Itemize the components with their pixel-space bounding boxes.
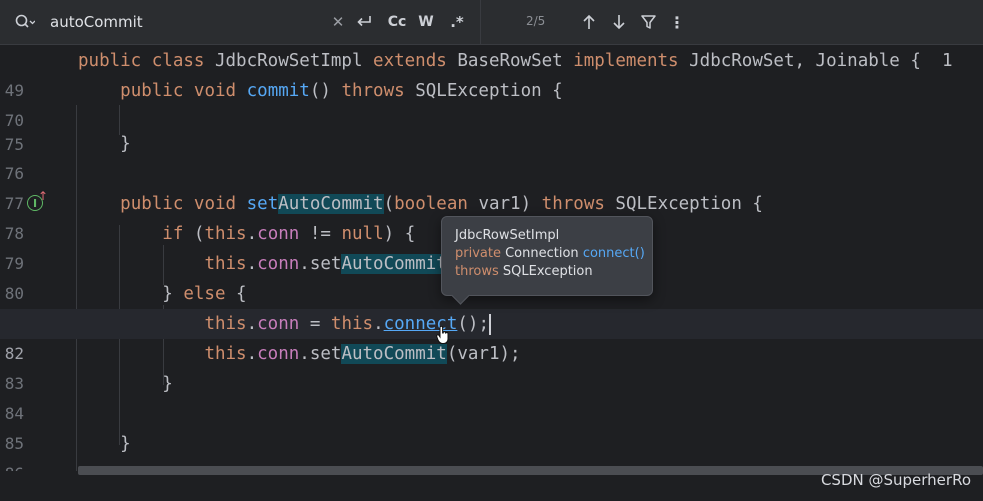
previous-occurrence-icon[interactable] xyxy=(580,10,598,34)
code-line: 83 this.conn.setAutoCommit(var1); xyxy=(0,339,983,393)
code-line: 76 } xyxy=(0,129,983,183)
words-button[interactable]: W xyxy=(416,10,436,34)
line-code: public void setAutoCommit(boolean var1) … xyxy=(120,194,763,214)
match-count: 2/5 xyxy=(526,14,546,28)
new-line-icon[interactable] xyxy=(354,10,374,34)
line-code: } xyxy=(78,374,173,394)
line-code: this.conn = this.connect(); xyxy=(204,313,491,335)
hand-cursor-icon xyxy=(436,325,450,348)
line-code: if (this.conn != null) { xyxy=(162,224,416,244)
up-arrow-icon: ↑ xyxy=(38,189,49,203)
line-code: } xyxy=(78,434,131,454)
search-icon[interactable] xyxy=(14,10,36,34)
clear-search-icon[interactable]: ✕ xyxy=(330,10,346,34)
regex-button[interactable]: .* xyxy=(446,10,468,34)
tooltip-throws-keyword: throws xyxy=(455,264,499,279)
tooltip-method[interactable]: connect() xyxy=(583,246,645,261)
code-line: 84 } xyxy=(0,369,983,423)
code-line: 86 } xyxy=(0,429,983,471)
code-line: 49 public class JdbcRowSetImpl extends B… xyxy=(0,46,983,100)
tooltip-class-name: JdbcRowSetImpl xyxy=(455,228,560,243)
text-caret xyxy=(488,313,491,335)
line-code: } xyxy=(78,134,131,154)
toolbar-divider xyxy=(480,0,481,44)
line-code: this.conn.setAutoCommit(var1); xyxy=(204,344,521,364)
line-code: public class JdbcRowSetImpl extends Base… xyxy=(78,51,953,71)
find-toolbar: ✕ Cc W .* 2/5 ⋮ xyxy=(0,0,983,45)
match-case-button[interactable]: Cc xyxy=(385,10,409,34)
line-code: } else { xyxy=(78,284,247,304)
code-line: 85 xyxy=(0,399,983,453)
tooltip-signature: private Connection connect() xyxy=(455,245,645,263)
quick-doc-tooltip: JdbcRowSetImpl private Connection connec… xyxy=(441,216,653,305)
tooltip-return-type: Connection xyxy=(505,246,579,261)
code-line: 78 public void setAutoCommit(boolean var… xyxy=(0,189,983,243)
more-options-icon[interactable]: ⋮ xyxy=(669,10,685,34)
watermark: CSDN @SuperherRo xyxy=(820,471,971,489)
next-occurrence-icon[interactable] xyxy=(610,10,628,34)
code-line: 75 xyxy=(0,100,983,154)
tooltip-throws: throws SQLException xyxy=(455,263,639,281)
code-line-current: 82 this.conn = this.connect(); xyxy=(0,309,983,363)
tooltip-modifier: private xyxy=(455,246,501,261)
search-input[interactable] xyxy=(50,11,320,33)
code-line: 77 xyxy=(0,159,983,213)
tooltip-exception: SQLException xyxy=(502,264,593,279)
filter-icon[interactable] xyxy=(639,10,657,34)
